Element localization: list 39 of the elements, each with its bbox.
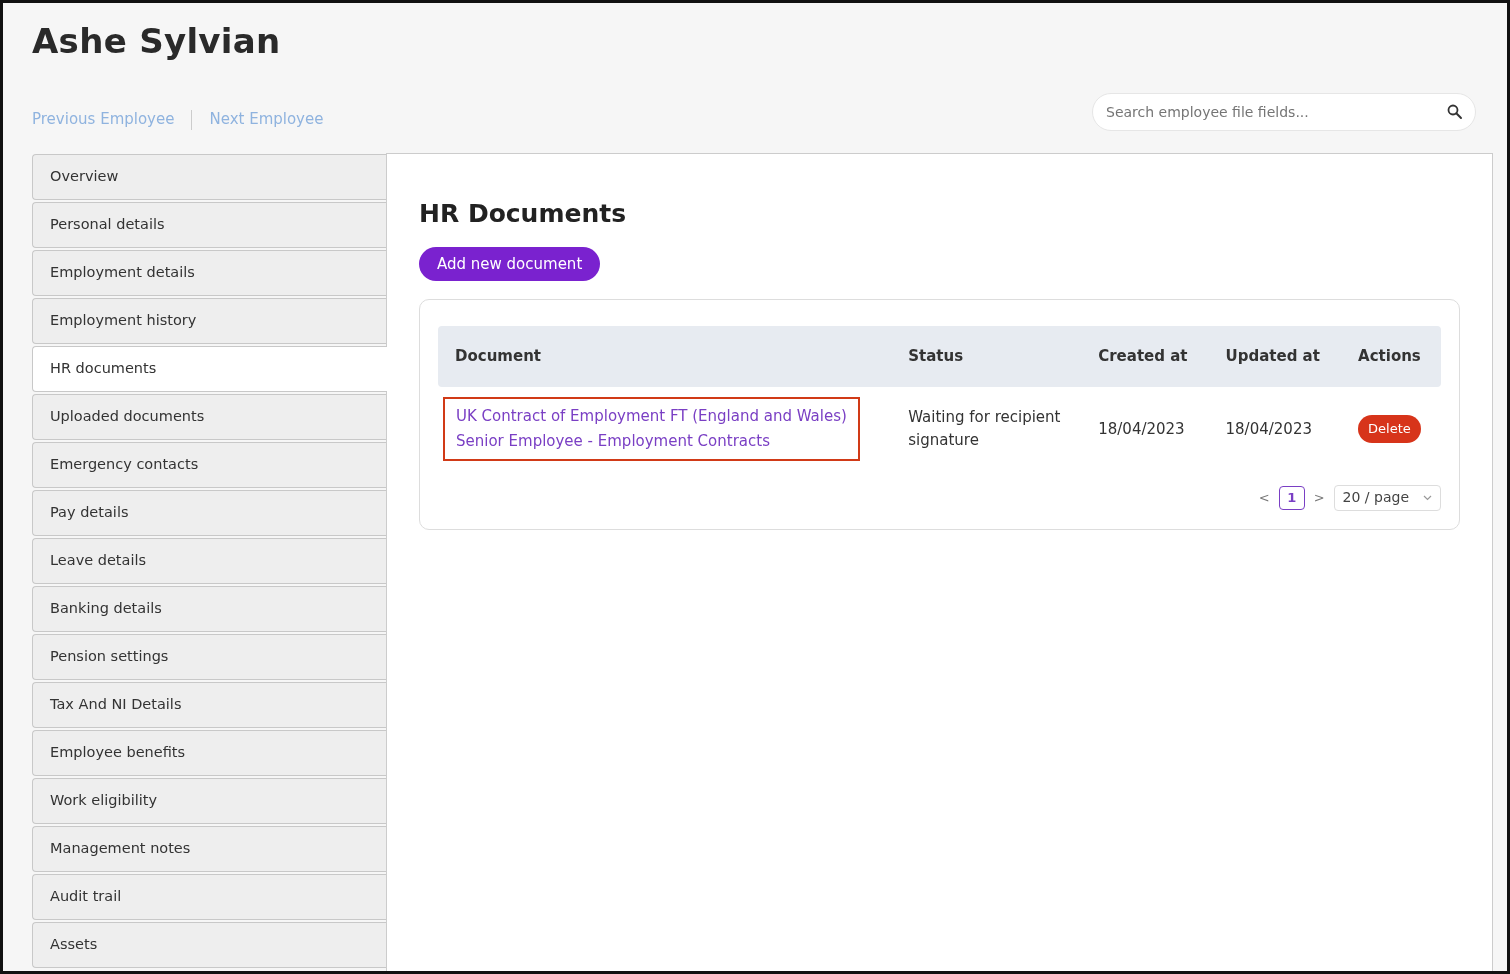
sidebar-item[interactable]: Pay details [32,489,386,536]
next-page-button[interactable]: > [1310,488,1328,508]
page-button[interactable]: 1 [1278,485,1305,510]
page-size-value: 20 / page [1342,488,1409,508]
sidebar-item[interactable]: HR documents [32,345,387,392]
document-category-link[interactable]: Senior Employee - Employment Contracts [456,428,847,454]
sidebar-item[interactable]: Employment details [32,249,386,296]
sidebar-item[interactable]: Overview [32,153,386,200]
status-cell: Waiting for recipient signature [891,386,1082,471]
sidebar-item[interactable]: Pension settings [32,633,386,680]
section-title: HR Documents [419,198,628,229]
search-icon [1447,103,1463,120]
document-link[interactable]: UK Contract of Employment FT (England and Wales) [456,403,847,429]
date-cell: 18/04/2023 [1081,386,1209,471]
sidebar-item[interactable]: Employment history [32,297,386,344]
sidebar-item[interactable]: Assets [32,921,386,968]
search-field[interactable]: Search employee file fields... [1092,92,1476,131]
date-cell: 18/04/2023 [1208,386,1342,471]
delete-button[interactable]: Delete [1358,415,1421,443]
column-header: Document [438,326,892,387]
sidebar-item[interactable]: Leave details [32,537,386,584]
chevron-down-icon [1423,494,1432,501]
sidebar-item[interactable]: Uploaded documents [32,393,386,440]
sidebar-item[interactable]: Work eligibility [32,777,386,824]
sidebar-item[interactable]: Tax And NI Details [32,681,386,728]
column-header: Status [891,326,1082,387]
add-document-button[interactable]: Add new document [419,246,601,282]
page-size-select[interactable]: 20 / page [1333,484,1441,511]
employee-name: Ashe Sylvian [32,21,281,62]
column-header: Updated at [1208,326,1342,387]
sidebar-item[interactable]: Audit trail [32,873,386,920]
sidebar-item[interactable]: Management notes [32,825,386,872]
column-header: Actions [1341,326,1441,387]
column-header: Created at [1081,326,1209,387]
sidebar-item[interactable]: Employee benefits [32,729,386,776]
sidebar-item[interactable]: Personal details [32,201,386,248]
sidebar-item[interactable]: Emergency contacts [32,441,386,488]
sidebar-item[interactable]: Banking details [32,585,386,632]
previous-page-button[interactable]: < [1255,488,1273,508]
